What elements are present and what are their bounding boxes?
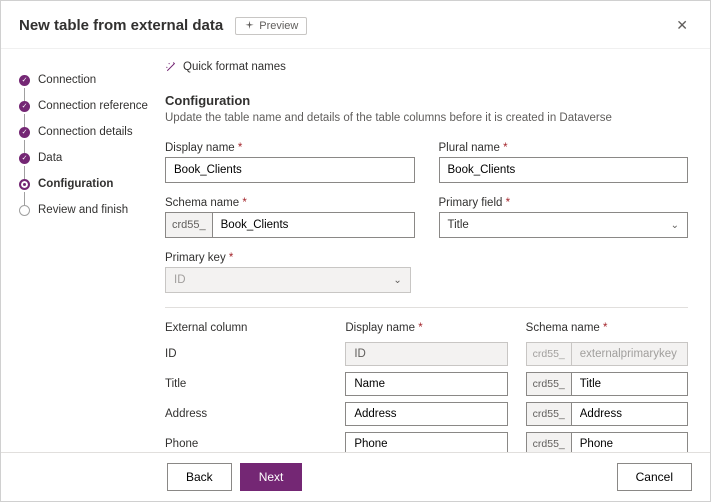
schema-prefix: crd55_ bbox=[526, 402, 571, 426]
column-schema-field: crd55_ bbox=[526, 372, 688, 396]
form-row: Schema name * crd55_ Primary field * Tit… bbox=[165, 197, 688, 238]
step-label: Configuration bbox=[38, 178, 113, 190]
dialog: New table from external data Preview ✕ C… bbox=[0, 0, 711, 502]
schema-name-prefixed: crd55_ bbox=[165, 212, 415, 238]
form-row: Display name * Plural name * bbox=[165, 142, 688, 183]
primary-field-value: Title bbox=[448, 219, 469, 231]
step-label: Connection details bbox=[38, 126, 133, 138]
column-schema-input[interactable] bbox=[571, 432, 688, 452]
column-schema-input[interactable] bbox=[571, 372, 688, 396]
preview-label: Preview bbox=[259, 20, 298, 32]
dialog-body: Connection Connection reference Connection… bbox=[1, 48, 710, 452]
columns-list: ID crd55_ Title crd55_ Address crd55_ Phone crd… bbox=[165, 342, 688, 452]
close-icon[interactable]: ✕ bbox=[672, 13, 692, 38]
quick-format-label: Quick format names bbox=[183, 61, 286, 73]
column-display-input bbox=[345, 342, 507, 366]
step-connection[interactable]: Connection bbox=[19, 67, 151, 93]
column-display-input[interactable] bbox=[345, 402, 507, 426]
step-label: Connection reference bbox=[38, 100, 148, 112]
dialog-footer: Back Next Cancel bbox=[1, 452, 710, 501]
column-schema-field: crd55_ bbox=[526, 402, 688, 426]
column-schema-field: crd55_ bbox=[526, 342, 688, 366]
step-dot-icon bbox=[19, 127, 30, 138]
step-data[interactable]: Data bbox=[19, 145, 151, 171]
step-dot-icon bbox=[19, 153, 30, 164]
primary-field-select[interactable]: Title ⌄ bbox=[439, 212, 689, 238]
plural-name-field-group: Plural name * bbox=[439, 142, 689, 183]
schema-name-input[interactable] bbox=[212, 212, 415, 238]
step-list: Connection Connection reference Connection… bbox=[19, 67, 151, 223]
step-label: Data bbox=[38, 152, 62, 164]
schema-prefix: crd55_ bbox=[526, 342, 571, 366]
column-display-input[interactable] bbox=[345, 432, 507, 452]
external-column-header: External column bbox=[165, 322, 327, 334]
external-column-name: ID bbox=[165, 344, 327, 364]
external-column-name: Phone bbox=[165, 434, 327, 452]
step-dot-icon bbox=[19, 205, 30, 216]
quick-format-button[interactable]: Quick format names bbox=[165, 61, 688, 73]
section-title: Configuration bbox=[165, 93, 688, 108]
schema-name-label: Schema name * bbox=[165, 197, 415, 209]
primary-key-value: ID bbox=[174, 274, 186, 286]
column-row: Address crd55_ bbox=[165, 402, 688, 426]
column-schema-input[interactable] bbox=[571, 402, 688, 426]
step-connection-details[interactable]: Connection details bbox=[19, 119, 151, 145]
external-column-name: Title bbox=[165, 374, 327, 394]
primary-key-group: Primary key * ID ⌄ bbox=[165, 252, 411, 293]
step-label: Connection bbox=[38, 74, 96, 86]
display-name-input[interactable] bbox=[165, 157, 415, 183]
display-name-header: Display name * bbox=[345, 322, 507, 334]
column-row: Phone crd55_ bbox=[165, 432, 688, 452]
plural-name-label: Plural name * bbox=[439, 142, 689, 154]
schema-prefix: crd55_ bbox=[165, 212, 212, 238]
schema-prefix: crd55_ bbox=[526, 432, 571, 452]
column-row: ID crd55_ bbox=[165, 342, 688, 366]
section-subtitle: Update the table name and details of the… bbox=[165, 112, 688, 124]
step-label: Review and finish bbox=[38, 204, 128, 216]
schema-prefix: crd55_ bbox=[526, 372, 571, 396]
main-panel: Quick format names Configuration Update … bbox=[151, 49, 710, 452]
primary-field-group: Primary field * Title ⌄ bbox=[439, 197, 689, 238]
sidebar: Connection Connection reference Connection… bbox=[1, 49, 151, 452]
plural-name-input[interactable] bbox=[439, 157, 689, 183]
dialog-title: New table from external data bbox=[19, 17, 223, 34]
preview-button[interactable]: Preview bbox=[235, 17, 307, 35]
column-schema-field: crd55_ bbox=[526, 432, 688, 452]
cancel-button[interactable]: Cancel bbox=[617, 463, 692, 491]
form-row: Primary key * ID ⌄ bbox=[165, 252, 688, 293]
dialog-header: New table from external data Preview ✕ bbox=[1, 1, 710, 48]
schema-name-field-group: Schema name * crd55_ bbox=[165, 197, 415, 238]
display-name-label: Display name * bbox=[165, 142, 415, 154]
columns-header: External column Display name * Schema na… bbox=[165, 322, 688, 334]
column-schema-input bbox=[571, 342, 688, 366]
divider bbox=[165, 307, 688, 308]
wand-icon bbox=[165, 61, 177, 73]
display-name-field-group: Display name * bbox=[165, 142, 415, 183]
next-button[interactable]: Next bbox=[240, 463, 303, 491]
column-display-input[interactable] bbox=[345, 372, 507, 396]
step-configuration[interactable]: Configuration bbox=[19, 171, 151, 197]
step-dot-icon bbox=[19, 75, 30, 86]
primary-key-label: Primary key * bbox=[165, 252, 411, 264]
step-review-and-finish[interactable]: Review and finish bbox=[19, 197, 151, 223]
chevron-down-icon: ⌄ bbox=[671, 220, 679, 231]
step-connection-reference[interactable]: Connection reference bbox=[19, 93, 151, 119]
chevron-down-icon: ⌄ bbox=[393, 275, 401, 286]
primary-key-select: ID ⌄ bbox=[165, 267, 411, 293]
column-row: Title crd55_ bbox=[165, 372, 688, 396]
step-dot-icon bbox=[19, 101, 30, 112]
external-column-name: Address bbox=[165, 404, 327, 424]
primary-field-label: Primary field * bbox=[439, 197, 689, 209]
back-button[interactable]: Back bbox=[167, 463, 232, 491]
sparkle-icon bbox=[244, 20, 255, 31]
step-dot-icon bbox=[19, 179, 30, 190]
schema-name-header: Schema name * bbox=[526, 322, 688, 334]
